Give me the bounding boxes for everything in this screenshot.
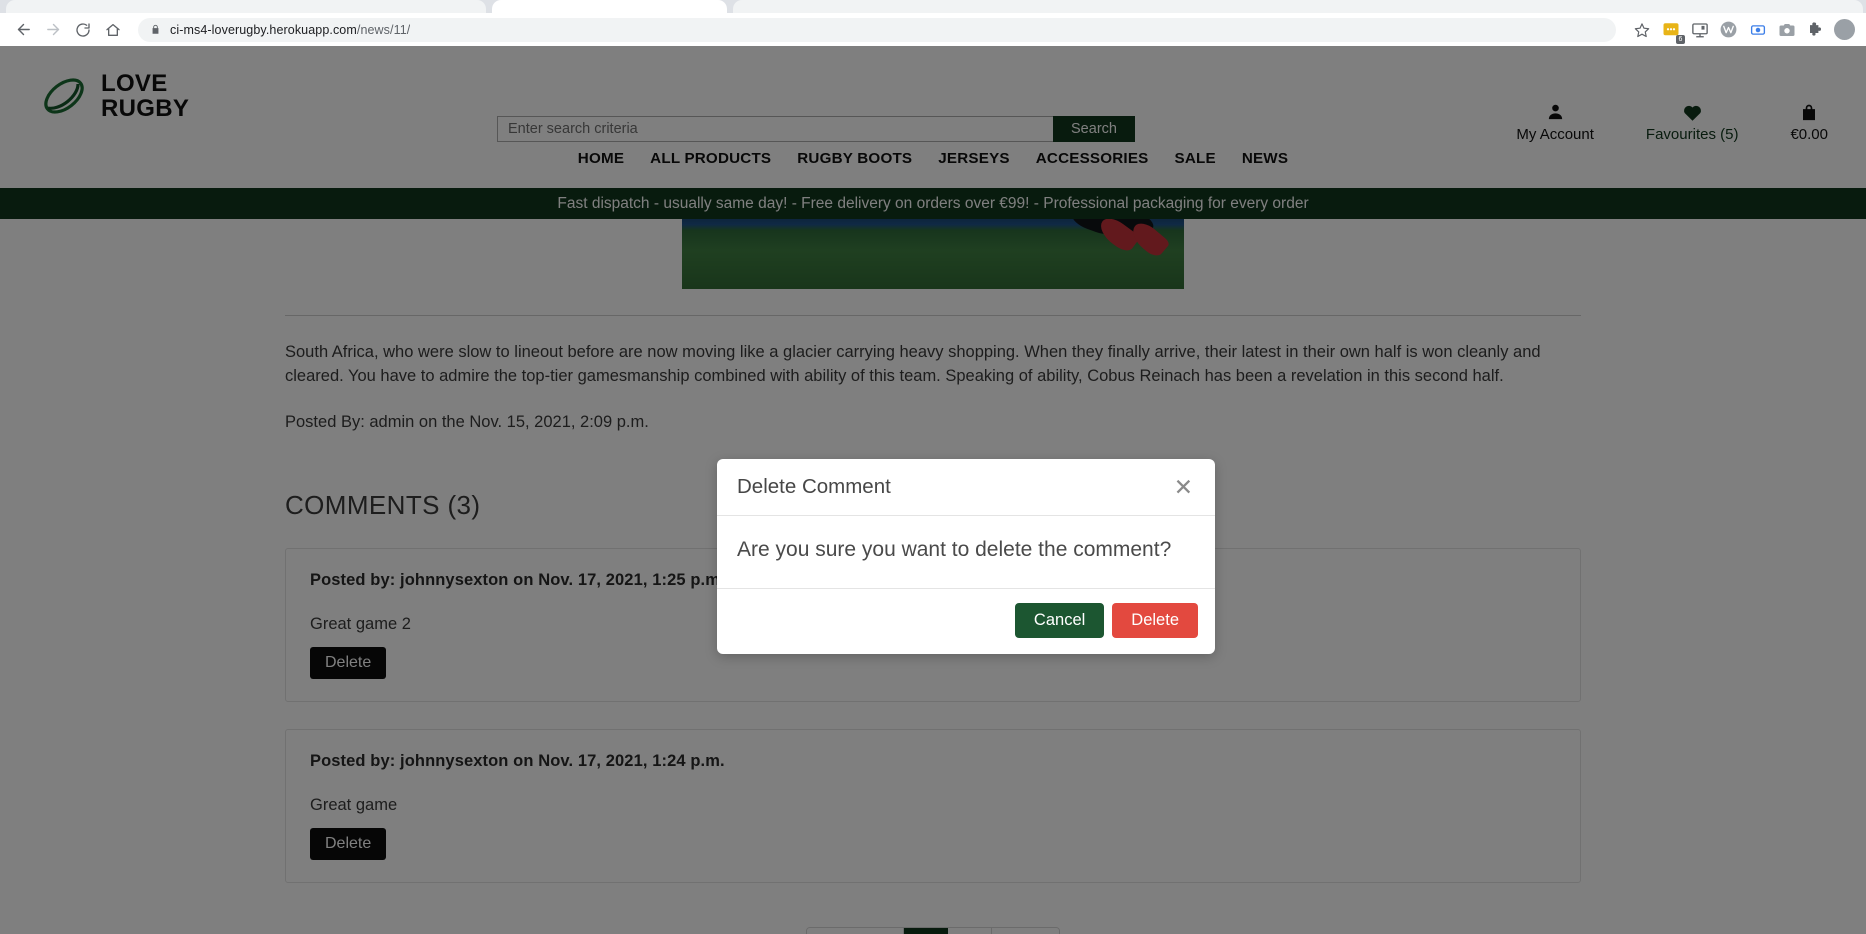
lock-icon [150, 23, 161, 36]
confirm-delete-button[interactable]: Delete [1112, 602, 1198, 638]
page-viewport: LOVE RUGBY Search My Account Favourites … [0, 46, 1866, 934]
screenshot-extension-icon[interactable] [1773, 16, 1800, 43]
browser-tab[interactable] [733, 0, 1863, 13]
modal-message: Are you sure you want to delete the comm… [717, 516, 1215, 589]
cancel-button[interactable]: Cancel [1014, 602, 1105, 638]
back-arrow-icon[interactable] [8, 15, 38, 45]
reload-icon[interactable] [68, 15, 98, 45]
browser-toolbar: ci-ms4-loverugby.herokuapp.com/news/11/ … [0, 13, 1866, 46]
screen-recorder-extension-icon[interactable] [1686, 16, 1713, 43]
notes-extension-icon[interactable]: 6 [1657, 16, 1685, 44]
modal-title: Delete Comment [737, 475, 891, 498]
browser-tab[interactable] [6, 0, 486, 13]
browser-chrome: ci-ms4-loverugby.herokuapp.com/news/11/ … [0, 0, 1866, 46]
home-icon[interactable] [98, 15, 128, 45]
browser-tab-active[interactable] [492, 0, 727, 13]
address-bar[interactable]: ci-ms4-loverugby.herokuapp.com/news/11/ [138, 17, 1616, 42]
browser-tab-strip[interactable] [0, 0, 1866, 13]
loom-record-extension-icon[interactable] [1744, 16, 1771, 43]
wave-accessibility-extension-icon[interactable] [1715, 16, 1742, 43]
puzzle-extensions-icon[interactable] [1802, 16, 1829, 43]
avatar[interactable] [1831, 16, 1858, 43]
modal-header: Delete Comment ✕ [717, 459, 1215, 516]
modal-footer: Cancel Delete [717, 589, 1215, 654]
forward-arrow-icon[interactable] [38, 15, 68, 45]
address-bar-url: ci-ms4-loverugby.herokuapp.com/news/11/ [170, 22, 411, 37]
extension-badge: 6 [1676, 35, 1685, 44]
delete-comment-modal: Delete Comment ✕ Are you sure you want t… [717, 459, 1215, 654]
star-icon[interactable] [1628, 16, 1655, 43]
browser-toolbar-right: 6 [1624, 16, 1858, 44]
close-x-icon[interactable]: ✕ [1172, 476, 1195, 499]
